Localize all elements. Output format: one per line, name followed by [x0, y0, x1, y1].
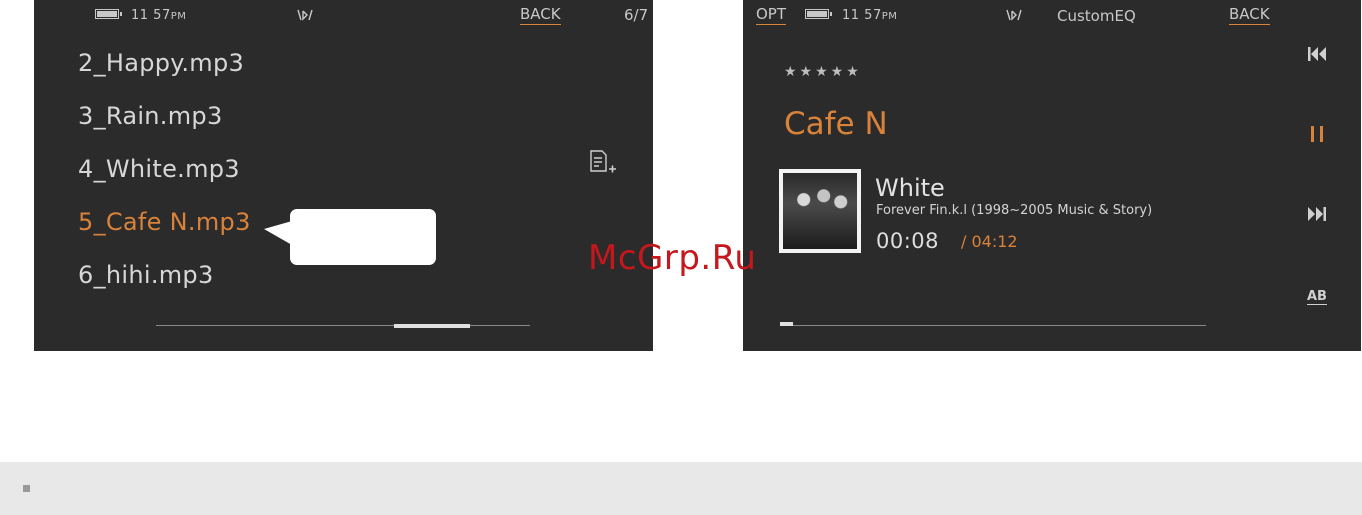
- song-title: White: [875, 174, 945, 202]
- ab-repeat-label: AB: [1307, 289, 1327, 305]
- bluetooth-icon: [1005, 8, 1023, 26]
- pause-icon[interactable]: [1307, 125, 1327, 147]
- eq-preset-label: CustomEQ: [1057, 7, 1136, 25]
- add-to-playlist-icon[interactable]: [589, 150, 617, 176]
- battery-icon: [95, 9, 122, 19]
- next-track-icon[interactable]: [1307, 205, 1327, 227]
- track-item-selected[interactable]: 5_Cafe N.mp3: [78, 208, 251, 236]
- track-item[interactable]: 2_Happy.mp3: [78, 49, 244, 77]
- back-button[interactable]: BACK: [520, 5, 561, 25]
- ab-repeat-button[interactable]: AB: [1307, 285, 1327, 305]
- back-button[interactable]: BACK: [1229, 5, 1270, 25]
- bluetooth-icon: [296, 8, 314, 26]
- clock: 11 57PM: [131, 8, 187, 23]
- progress-track[interactable]: [780, 325, 1206, 326]
- battery-icon: [805, 9, 832, 19]
- caption-bar: [0, 462, 1362, 515]
- album-name: Forever Fin.k.l (1998~2005 Music & Story…: [876, 203, 1153, 218]
- previous-track-icon[interactable]: [1307, 45, 1327, 67]
- track-item[interactable]: 4_White.mp3: [78, 155, 240, 183]
- scroll-track[interactable]: [156, 325, 530, 326]
- album-art: [779, 169, 861, 253]
- total-time: / 04:12: [961, 232, 1018, 251]
- watermark-text: McGrp.Ru: [588, 238, 757, 278]
- elapsed-time: 00:08: [876, 229, 940, 253]
- bullet-icon: [23, 485, 30, 492]
- artist-name: Cafe N: [784, 106, 888, 142]
- page-indicator: 6/7: [624, 6, 649, 24]
- callout-bubble: [264, 209, 436, 265]
- now-playing-screen: OPT 11 57PM CustomEQ BACK ★★★★★ Cafe N W…: [743, 0, 1361, 351]
- rating-stars[interactable]: ★★★★★: [784, 64, 862, 80]
- options-button[interactable]: OPT: [756, 5, 787, 25]
- progress-fill[interactable]: [780, 322, 793, 326]
- track-list-screen: 11 57PM BACK 6/7 2_Happy.mp3 3_Rain.mp3 …: [34, 0, 653, 351]
- clock: 11 57PM: [842, 8, 898, 23]
- track-item[interactable]: 6_hihi.mp3: [78, 261, 214, 289]
- scroll-thumb[interactable]: [394, 324, 471, 328]
- track-item[interactable]: 3_Rain.mp3: [78, 102, 223, 130]
